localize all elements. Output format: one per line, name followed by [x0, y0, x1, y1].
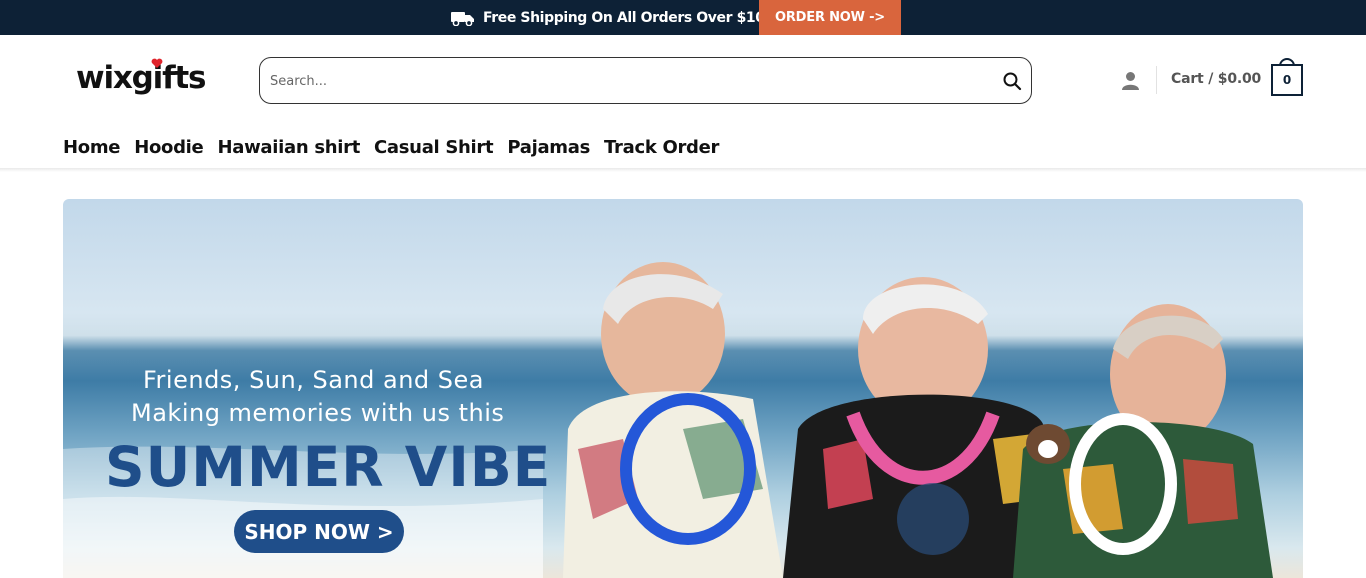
logo[interactable]: wixgifts: [76, 56, 222, 102]
person-right: [1013, 304, 1273, 578]
nav-item-track-order[interactable]: Track Order: [604, 137, 719, 158]
heart-icon: [151, 58, 163, 68]
nav-item-home[interactable]: Home: [63, 137, 121, 158]
cart-link[interactable]: Cart / $0.00: [1171, 71, 1261, 87]
search-bar: [259, 57, 1032, 104]
shop-now-button[interactable]: SHOP NOW >: [234, 510, 404, 553]
hero-tagline-2: Making memories with us this: [131, 399, 505, 427]
search-input[interactable]: [270, 71, 990, 91]
header-shadow: [0, 168, 1366, 172]
announcement-bar: Free Shipping On All Orders Over $100 OR…: [0, 0, 1366, 35]
person-left: [563, 262, 783, 578]
user-icon[interactable]: [1121, 71, 1140, 90]
logo-text: wixgifts: [76, 60, 206, 96]
nav-item-casual-shirt[interactable]: Casual Shirt: [374, 137, 494, 158]
cart-count-badge[interactable]: 0: [1271, 64, 1303, 96]
nav-item-pajamas[interactable]: Pajamas: [507, 137, 590, 158]
order-now-button[interactable]: ORDER NOW ->: [759, 0, 901, 35]
hero-tagline-1: Friends, Sun, Sand and Sea: [143, 366, 484, 394]
hero-banner[interactable]: Friends, Sun, Sand and Sea Making memori…: [63, 199, 1303, 578]
truck-icon: [451, 11, 474, 26]
nav-item-hoodie[interactable]: Hoodie: [134, 137, 204, 158]
nav-item-hawaiian-shirt[interactable]: Hawaiian shirt: [217, 137, 360, 158]
hero-title: SUMMER VIBE: [105, 435, 552, 499]
shipping-text: Free Shipping On All Orders Over $100: [483, 9, 774, 26]
announcement-content: Free Shipping On All Orders Over $100: [451, 0, 774, 35]
header-divider: [1156, 66, 1157, 94]
search-icon[interactable]: [1002, 71, 1022, 91]
main-nav: Home Hoodie Hawaiian shirt Casual Shirt …: [63, 137, 733, 158]
